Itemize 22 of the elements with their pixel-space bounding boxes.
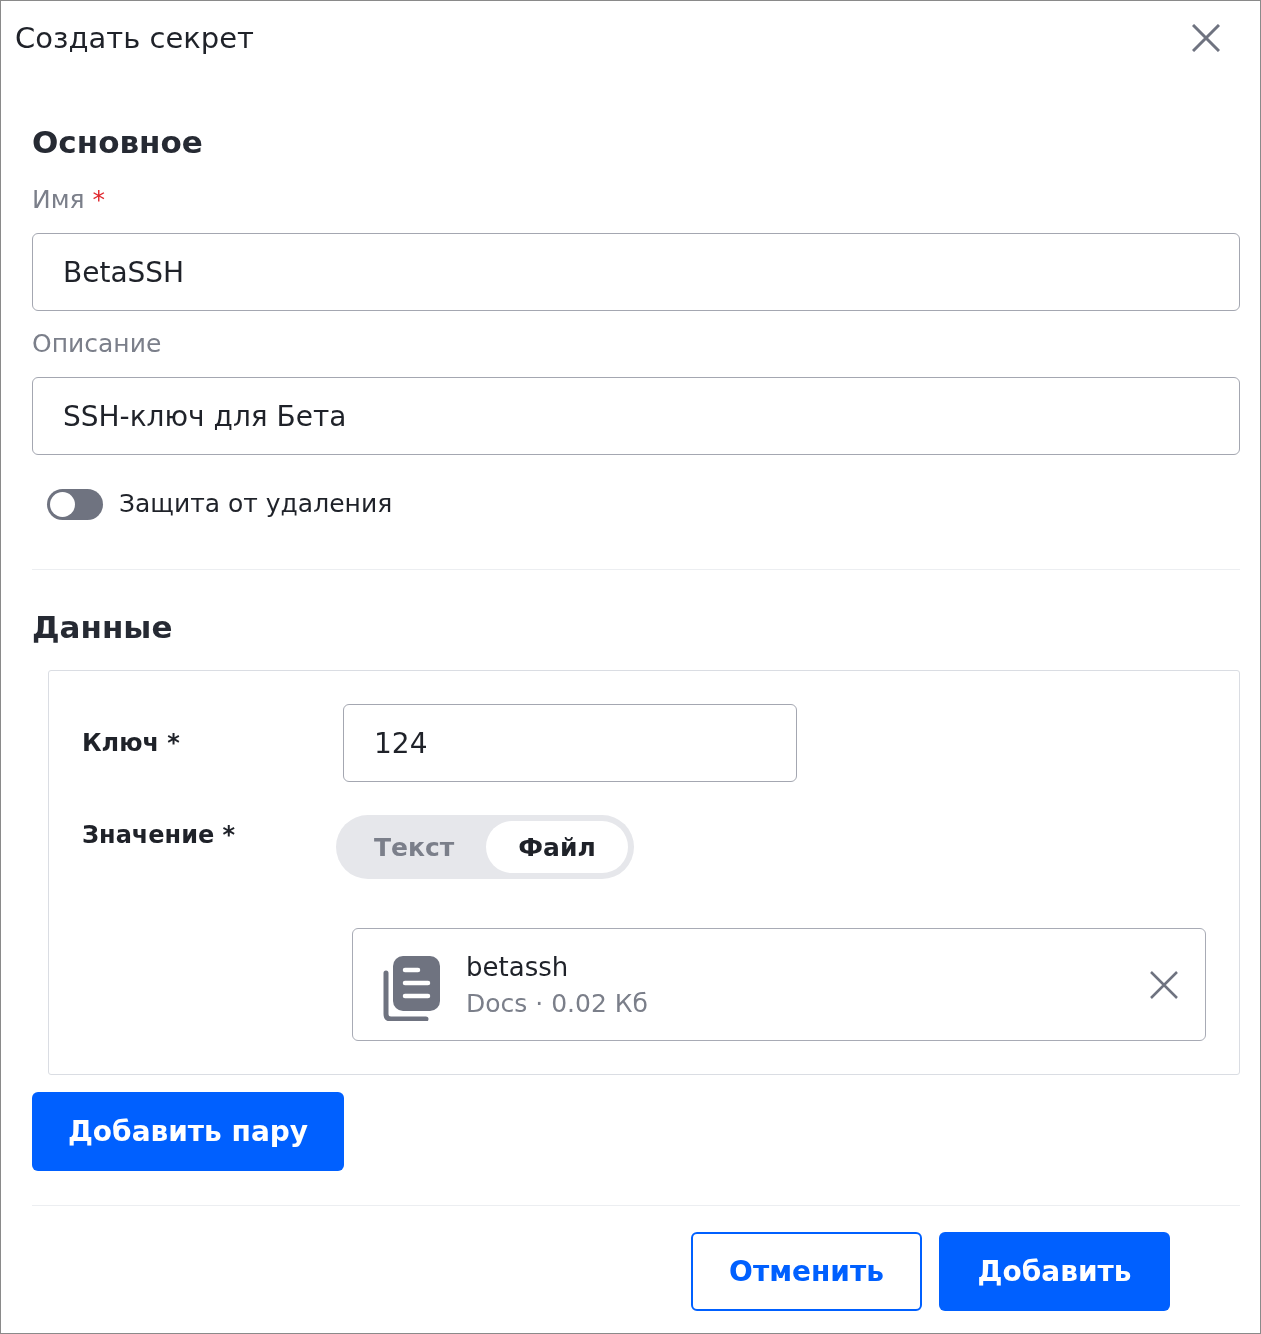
add-pair-button[interactable]: Добавить пару (32, 1092, 344, 1171)
file-name: betassh (466, 950, 569, 984)
section-heading: Основное (32, 123, 203, 162)
remove-file-icon[interactable] (1150, 970, 1178, 999)
toggle-switch[interactable] (47, 488, 103, 520)
field-label: Имя (32, 184, 85, 216)
cancel-button[interactable]: Отменить (691, 1232, 922, 1311)
close-icon[interactable] (1192, 24, 1220, 52)
add-button[interactable]: Добавить (939, 1232, 1170, 1311)
key-input[interactable]: 124 (343, 704, 797, 782)
toggle-label: Защита от удаления (119, 488, 393, 520)
section-heading: Данные (32, 608, 173, 647)
file-meta: Docs · 0.02 Кб (466, 987, 648, 1020)
text-input[interactable]: BetaSSH (32, 233, 1240, 311)
value-label: Значение * (82, 821, 236, 849)
dialog-title: Создать секрет (15, 20, 254, 57)
document-stack-icon (382, 956, 440, 1021)
field-label: Описание (32, 328, 162, 360)
text-input[interactable]: SSH-ключ для Бета (32, 377, 1240, 455)
key-label: Ключ * (82, 729, 180, 757)
mode-tab[interactable]: Файл (486, 821, 628, 873)
required-mark: * (92, 184, 106, 216)
